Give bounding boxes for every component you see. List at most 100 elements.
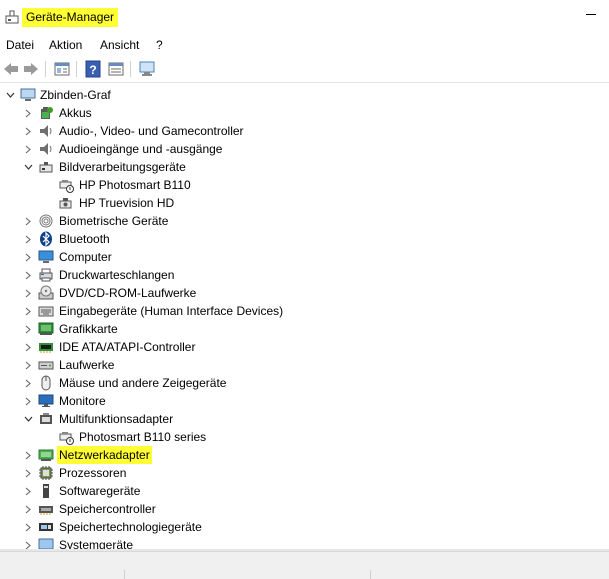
disc-drive-icon (38, 285, 54, 300)
back-arrow-icon[interactable] (2, 60, 20, 78)
tree-node-label: Laufwerke (59, 358, 115, 372)
scan-hardware-icon[interactable] (138, 60, 156, 78)
chevron-right-icon[interactable] (23, 302, 33, 320)
device-manager-app-icon (5, 10, 19, 24)
chevron-right-icon[interactable] (23, 356, 33, 374)
chevron-down-icon[interactable] (23, 410, 33, 428)
chevron-right-icon[interactable] (23, 446, 33, 464)
tree-category[interactable]: Audioeingänge und -ausgänge (0, 140, 609, 158)
tree-category[interactable]: Multifunktionsadapter (0, 410, 609, 428)
window-title: Geräte-Manager (22, 8, 119, 27)
menu-ansicht[interactable]: Ansicht (100, 38, 139, 52)
tree-node-label: Eingabegeräte (Human Interface Devices) (59, 304, 284, 318)
chevron-right-icon[interactable] (23, 248, 33, 266)
tree-category[interactable]: IDE ATA/ATAPI-Controller (0, 338, 609, 356)
tree-device[interactable]: HP Truevision HD (0, 194, 609, 212)
toolbar-separator (130, 61, 131, 77)
tree-category[interactable]: Monitore (0, 392, 609, 410)
forward-arrow-icon[interactable] (22, 60, 40, 78)
tree-node-label: Bluetooth (59, 232, 110, 246)
chevron-right-icon[interactable] (23, 482, 33, 500)
tree-node-label: HP Truevision HD (79, 196, 175, 210)
tree-category[interactable]: Biometrische Geräte (0, 212, 609, 230)
tree-category[interactable]: Grafikkarte (0, 320, 609, 338)
hard-drive-icon (38, 361, 54, 370)
mouse-icon (41, 375, 51, 391)
tree-node-label: Softwaregeräte (59, 484, 141, 498)
tree-node-label: DVD/CD-ROM-Laufwerke (59, 286, 197, 300)
tree-category[interactable]: DVD/CD-ROM-Laufwerke (0, 284, 609, 302)
fingerprint-icon (39, 214, 53, 228)
tree-category[interactable]: Laufwerke (0, 356, 609, 374)
chevron-right-icon[interactable] (23, 266, 33, 284)
chevron-right-icon[interactable] (23, 122, 33, 140)
chevron-right-icon[interactable] (23, 284, 33, 302)
monitor-icon (38, 394, 54, 407)
tree-node-label: Audio-, Video- und Gamecontroller (59, 124, 244, 138)
chevron-down-icon[interactable] (23, 158, 33, 176)
menu-datei[interactable]: Datei (6, 38, 34, 52)
tree-node-label: Druckwarteschlangen (59, 268, 175, 282)
tree-device[interactable]: Photosmart B110 series (0, 428, 609, 446)
tree-node-label: Prozessoren (59, 466, 127, 480)
chevron-right-icon[interactable] (23, 230, 33, 248)
speaker-icon (40, 143, 52, 155)
tree-category[interactable]: Bildverarbeitungsgeräte (0, 158, 609, 176)
chevron-right-icon[interactable] (23, 338, 33, 356)
chevron-right-icon[interactable] (23, 320, 33, 338)
chevron-right-icon[interactable] (23, 392, 33, 410)
storage-controller-icon (39, 506, 53, 515)
tree-category[interactable]: Computer (0, 248, 609, 266)
tree-category[interactable]: Prozessoren (0, 464, 609, 482)
chevron-right-icon[interactable] (23, 500, 33, 518)
bluetooth-icon (40, 231, 52, 247)
tree-category[interactable]: Bluetooth (0, 230, 609, 248)
tree-category[interactable]: Netzwerkadapter (0, 446, 609, 464)
tree-node-label: Systemgeräte (59, 538, 134, 550)
ide-controller-icon (39, 343, 53, 353)
menu-help[interactable]: ? (156, 38, 163, 52)
tree-category[interactable]: Systemgeräte (0, 536, 609, 550)
tree-node-label: Speichercontroller (59, 502, 156, 516)
chevron-right-icon[interactable] (23, 464, 33, 482)
tree-category[interactable]: Speichercontroller (0, 500, 609, 518)
tree-node-label: Bildverarbeitungsgeräte (59, 160, 186, 174)
tree-category[interactable]: Druckwarteschlangen (0, 266, 609, 284)
tree-root-label: Zbinden-Graf (40, 88, 111, 102)
chevron-right-icon[interactable] (23, 104, 33, 122)
chevron-right-icon[interactable] (23, 374, 33, 392)
tree-category[interactable]: Softwaregeräte (0, 482, 609, 500)
toolbar-separator (76, 61, 77, 77)
chevron-right-icon[interactable] (23, 140, 33, 158)
scanner-warning-icon (59, 432, 74, 445)
tree-category[interactable]: Speichertechnologiegeräte (0, 518, 609, 536)
help-icon[interactable]: ? (84, 60, 102, 78)
tree-node-label: IDE ATA/ATAPI-Controller (59, 340, 196, 354)
properties-icon[interactable] (53, 60, 71, 78)
tree-category[interactable]: Mäuse und andere Zeigegeräte (0, 374, 609, 392)
tree-category[interactable]: Audio-, Video- und Gamecontroller (0, 122, 609, 140)
chevron-right-icon[interactable] (23, 212, 33, 230)
menu-bar: Datei Aktion Ansicht ? (0, 34, 609, 56)
tree-device[interactable]: HP Photosmart B110 (0, 176, 609, 194)
tree-root[interactable]: Zbinden-Graf (0, 86, 609, 104)
scanner-warning-icon (59, 180, 74, 193)
tree-node-label: Multifunktionsadapter (59, 412, 174, 426)
toolbar-divider (0, 82, 609, 83)
chevron-right-icon[interactable] (23, 536, 33, 550)
minimize-button[interactable] (586, 14, 596, 15)
status-bar (0, 551, 609, 579)
tree-category[interactable]: Eingabegeräte (Human Interface Devices) (0, 302, 609, 320)
keyboard-icon (38, 306, 54, 317)
tree-node-label: Mäuse und andere Zeigegeräte (59, 376, 227, 390)
chevron-down-icon[interactable] (5, 86, 15, 104)
tree-node-label: Monitore (59, 394, 106, 408)
chevron-right-icon[interactable] (23, 518, 33, 536)
tree-node-label: Photosmart B110 series (79, 430, 207, 444)
tree-category[interactable]: Akkus (0, 104, 609, 122)
view-icon[interactable] (107, 60, 125, 78)
menu-aktion[interactable]: Aktion (49, 38, 82, 52)
title-bar: Geräte-Manager (0, 0, 609, 34)
speaker-icon (40, 125, 52, 137)
network-adapter-icon (38, 449, 54, 461)
